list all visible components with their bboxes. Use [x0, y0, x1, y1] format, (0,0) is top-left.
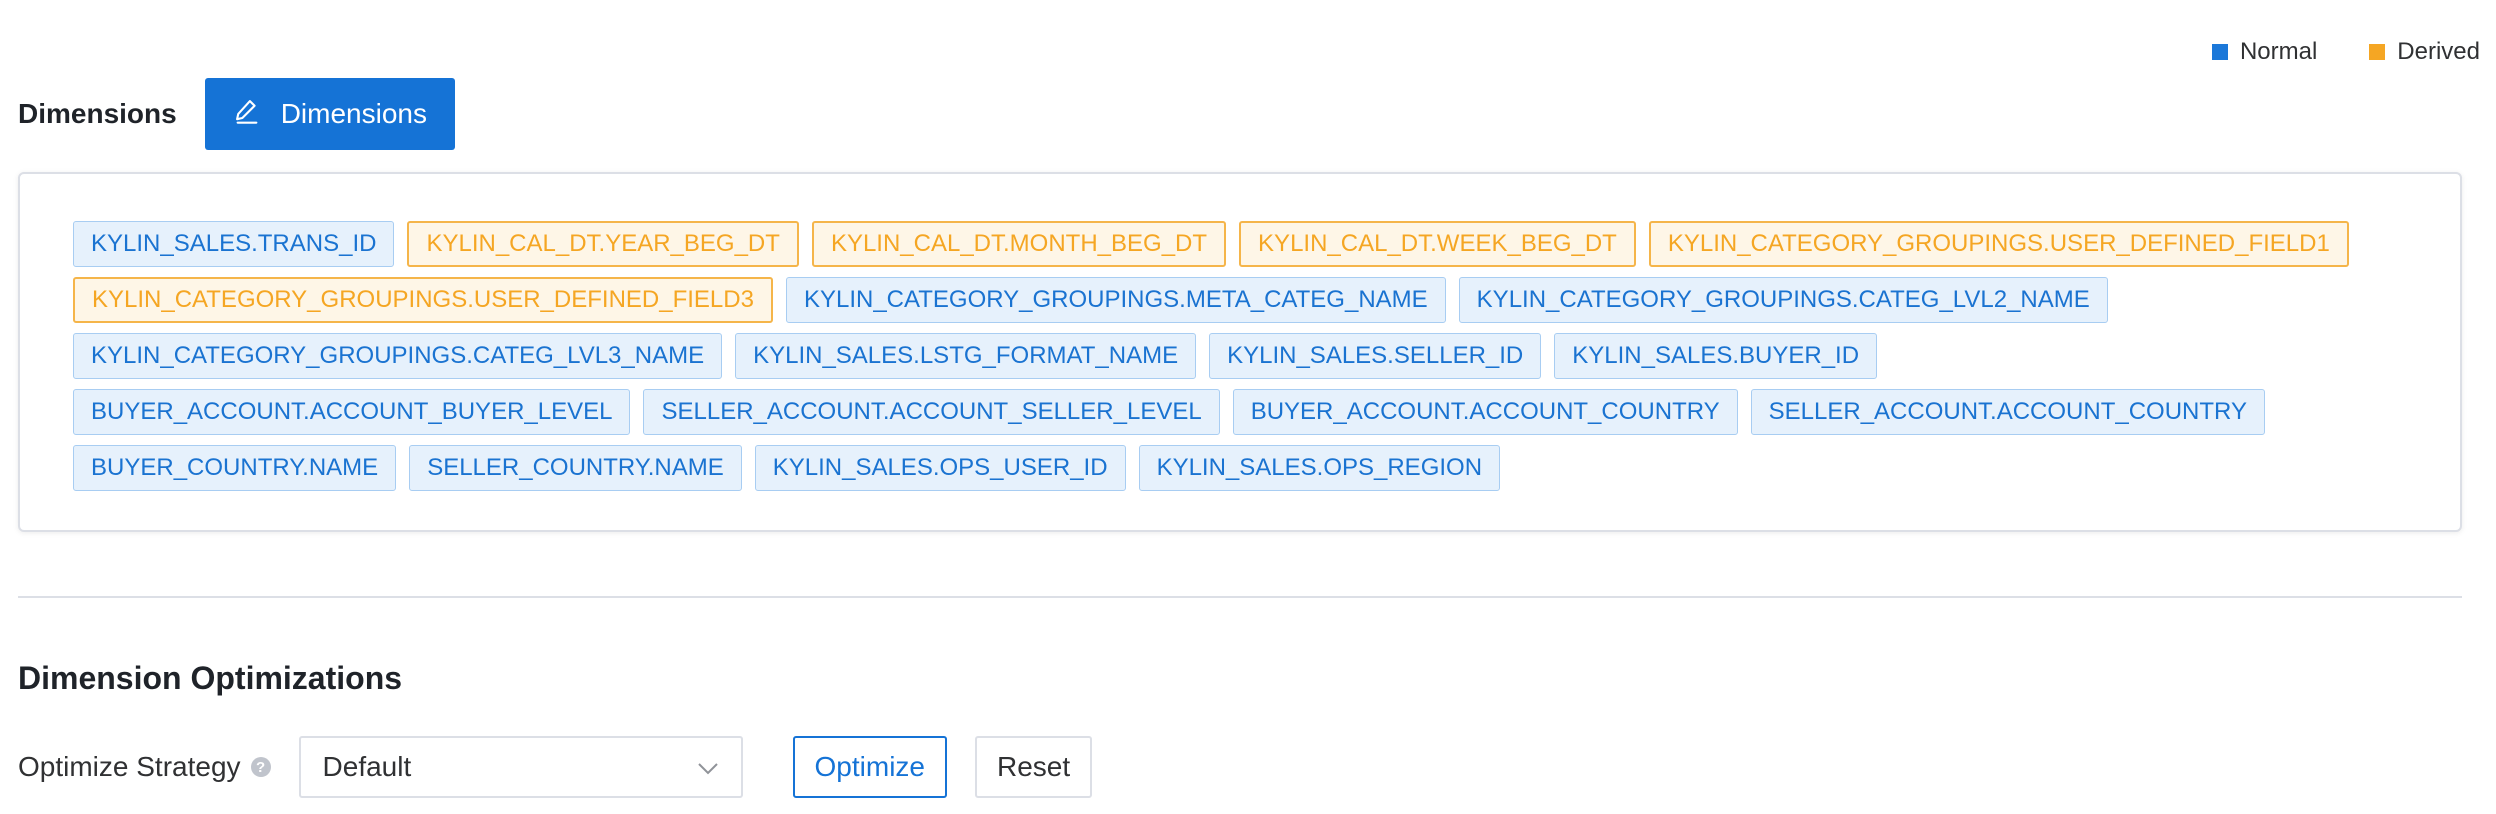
optimizations-title: Dimension Optimizations: [18, 660, 403, 696]
optimize-strategy-select[interactable]: Default: [298, 736, 743, 798]
legend-derived: Derived: [2369, 38, 2480, 66]
dimension-tag-derived: KYLIN_CAL_DT.YEAR_BEG_DT: [407, 221, 799, 267]
optimize-button[interactable]: Optimize: [792, 736, 947, 798]
legend-derived-label: Derived: [2397, 38, 2480, 65]
dimension-tag-normal: SELLER_COUNTRY.NAME: [409, 445, 742, 491]
dimension-tag-normal: KYLIN_SALES.OPS_REGION: [1138, 445, 1501, 491]
dimension-tag-normal: BUYER_ACCOUNT.ACCOUNT_BUYER_LEVEL: [73, 389, 631, 435]
dimension-tag-derived: KYLIN_CATEGORY_GROUPINGS.USER_DEFINED_FI…: [73, 277, 773, 323]
dimension-tag-list: KYLIN_SALES.TRANS_ID KYLIN_CAL_DT.YEAR_BE…: [73, 221, 2408, 491]
optimize-strategy-label-wrap: Optimize Strategy ?: [18, 751, 271, 783]
dimension-tag-derived: KYLIN_CAL_DT.WEEK_BEG_DT: [1239, 221, 1636, 267]
dimension-tag-normal: KYLIN_SALES.SELLER_ID: [1209, 333, 1542, 379]
dimension-tag-normal: KYLIN_CATEGORY_GROUPINGS.CATEG_LVL2_NAME: [1458, 277, 2108, 323]
edit-dimensions-button-label: Dimensions: [280, 98, 427, 129]
edit-dimensions-button[interactable]: Dimensions: [204, 78, 455, 150]
dimensions-title: Dimensions: [18, 98, 177, 129]
optimize-strategy-label: Optimize Strategy: [18, 751, 241, 782]
dimension-tag-normal: KYLIN_SALES.LSTG_FORMAT_NAME: [735, 333, 1197, 379]
dimension-tag-normal: BUYER_ACCOUNT.ACCOUNT_COUNTRY: [1232, 389, 1738, 435]
dimension-tag-normal: SELLER_ACCOUNT.ACCOUNT_COUNTRY: [1750, 389, 2265, 435]
dimension-tag-normal: SELLER_ACCOUNT.ACCOUNT_SELLER_LEVEL: [643, 389, 1220, 435]
optimize-strategy-value: Default: [322, 751, 412, 782]
dimensions-header: Dimensions Dimensions: [18, 78, 455, 150]
dimensions-panel: KYLIN_SALES.TRANS_ID KYLIN_CAL_DT.YEAR_BE…: [18, 172, 2462, 532]
reset-button[interactable]: Reset: [975, 736, 1093, 798]
dimension-tag-normal: KYLIN_SALES.TRANS_ID: [73, 221, 395, 267]
legend: Normal Derived: [2211, 38, 2480, 66]
dimension-tag-derived: KYLIN_CATEGORY_GROUPINGS.USER_DEFINED_FI…: [1648, 221, 2349, 267]
dimension-tag-normal: KYLIN_CATEGORY_GROUPINGS.CATEG_LVL3_NAME: [73, 333, 723, 379]
edit-pencil-icon: [233, 97, 261, 132]
page: Normal Derived Dimensions Dimensions KYL…: [0, 0, 2496, 814]
chevron-down-icon: [697, 751, 719, 783]
dimension-tag-normal: KYLIN_CATEGORY_GROUPINGS.META_CATEG_NAME: [785, 277, 1446, 323]
optimize-strategy-row: Optimize Strategy ? Default Optimize Res…: [18, 736, 1093, 798]
dimension-tag-normal: KYLIN_SALES.BUYER_ID: [1554, 333, 1878, 379]
legend-normal-swatch: [2211, 44, 2228, 60]
dimension-tag-derived: KYLIN_CAL_DT.MONTH_BEG_DT: [811, 221, 1227, 267]
dimension-tag-normal: KYLIN_SALES.OPS_USER_ID: [754, 445, 1126, 491]
legend-normal-label: Normal: [2239, 38, 2318, 65]
section-divider: [18, 596, 2462, 598]
dimension-tag-normal: BUYER_COUNTRY.NAME: [73, 445, 397, 491]
question-circle-icon[interactable]: ?: [250, 757, 271, 777]
legend-normal: Normal: [2211, 38, 2318, 66]
legend-derived-swatch: [2369, 44, 2386, 60]
